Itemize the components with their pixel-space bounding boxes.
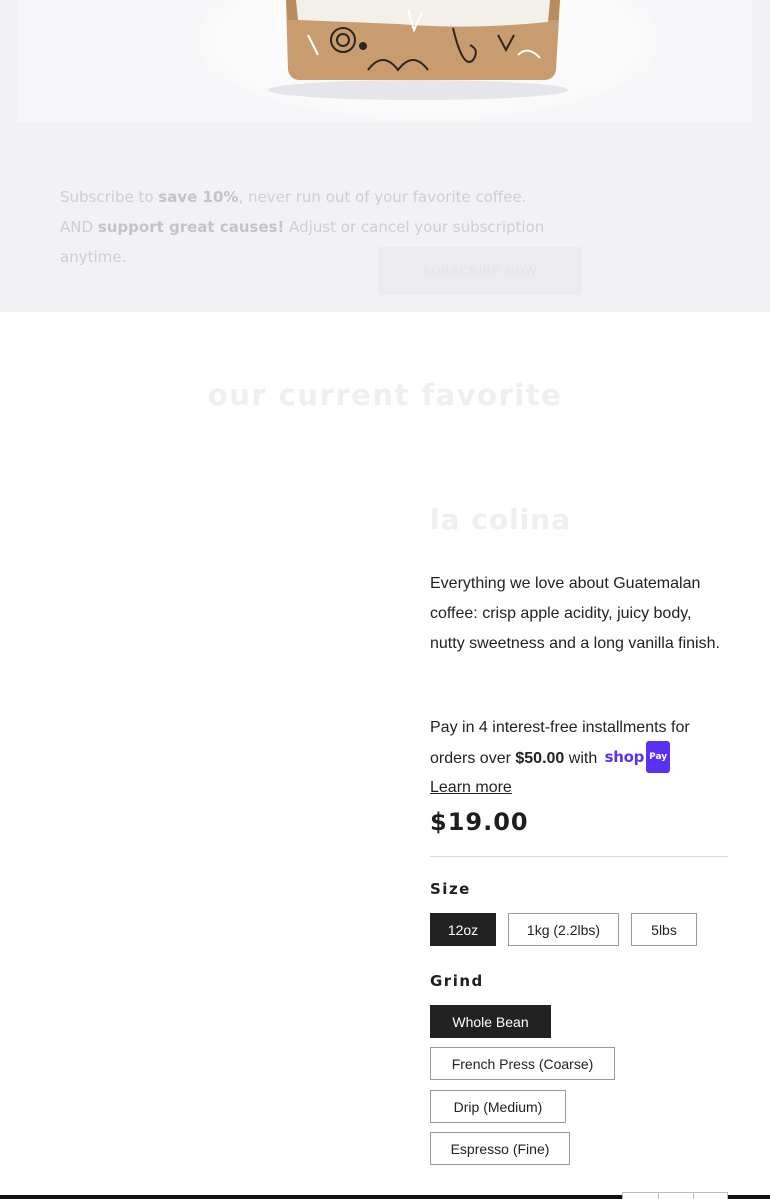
installments-threshold: $50.00 (515, 750, 565, 768)
grind-option-espresso[interactable]: Espresso (Fine) (430, 1132, 570, 1165)
grind-option-whole-bean[interactable]: Whole Bean (430, 1005, 551, 1038)
grind-option-drip[interactable]: Drip (Medium) (430, 1090, 566, 1123)
product-description: Everything we love about Guatemalan coff… (430, 575, 720, 652)
product-name: la colina (430, 503, 572, 536)
installments-message: Pay in 4 interest-free installments for … (430, 713, 730, 775)
size-option-1kg[interactable]: 1kg (2.2lbs) (508, 913, 619, 946)
subscription-section: Subscribe to save 10%, never run out of … (0, 0, 770, 312)
grind-option-french-press[interactable]: French Press (Coarse) (430, 1047, 615, 1080)
subscription-causes: support great causes! (97, 218, 285, 236)
subscribe-now-button[interactable]: subscribe now (378, 247, 582, 295)
size-option-5lbs[interactable]: 5lbs (631, 913, 697, 946)
coffee-box-image (268, 0, 568, 100)
product-image (40, 480, 400, 1040)
subscription-discount: save 10% (158, 188, 239, 206)
size-label: Size (430, 880, 471, 898)
price-divider (430, 856, 728, 857)
learn-more-link[interactable]: Learn more (430, 773, 512, 803)
grind-label: Grind (430, 972, 484, 990)
quantity-stepper[interactable] (622, 1192, 728, 1199)
hero-image-card (18, 0, 752, 122)
product-price: $19.00 (430, 808, 529, 836)
size-option-12oz[interactable]: 12oz (430, 913, 496, 946)
section-title: our current favorite (207, 378, 563, 412)
shop-pay-logo: shop Pay (605, 741, 671, 773)
